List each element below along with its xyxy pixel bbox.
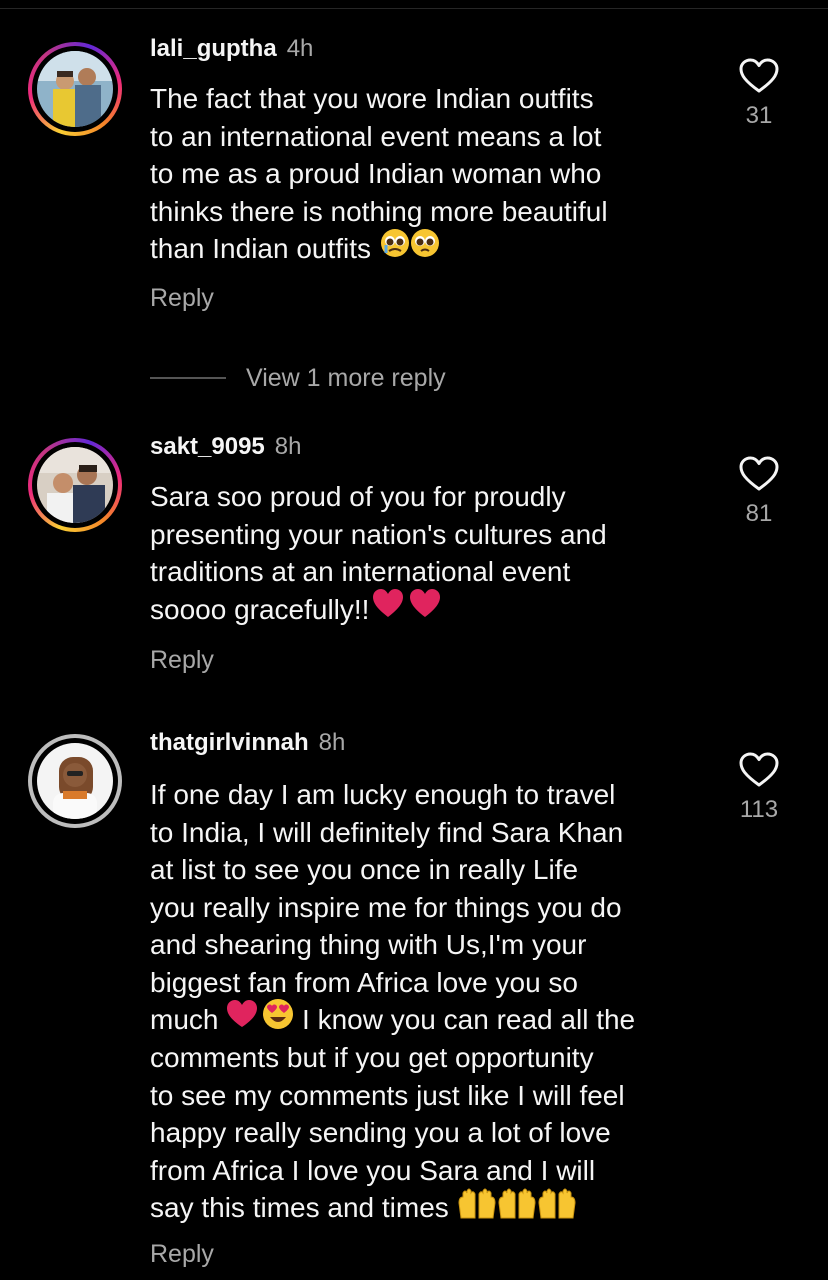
username[interactable]: thatgirlvinnah xyxy=(150,729,309,756)
timestamp: 4h xyxy=(286,35,314,62)
comment-1: lali_guptha 4h The fact that you wore Ind… xyxy=(0,0,828,340)
like-count: 81 xyxy=(745,500,773,527)
avatar-story-ring[interactable] xyxy=(28,438,122,532)
view-more-replies[interactable]: View 1 more reply xyxy=(150,362,446,394)
comment-text-content: If one day I am lucky enough to travel t… xyxy=(150,779,624,1035)
comment-text: Sara soo proud of you for proudly presen… xyxy=(150,478,710,629)
heart-outline-icon[interactable] xyxy=(739,58,779,94)
comment-header: sakt_9095 8h xyxy=(150,432,301,462)
comment-header: lali_guptha 4h xyxy=(150,34,313,64)
username[interactable]: lali_guptha xyxy=(150,35,277,62)
heart-eyes-emoji-icon xyxy=(262,998,294,1040)
reply-button[interactable]: Reply xyxy=(150,646,214,675)
reply-thread-line xyxy=(150,377,226,379)
like-button[interactable]: 81 xyxy=(728,456,790,528)
username[interactable]: sakt_9095 xyxy=(150,433,265,460)
reply-button[interactable]: Reply xyxy=(150,1240,214,1269)
like-count: 31 xyxy=(745,102,773,129)
comment-header: thatgirlvinnah 8h xyxy=(150,728,345,758)
like-count: 113 xyxy=(739,796,779,823)
avatar-ring[interactable] xyxy=(28,734,122,828)
reply-button[interactable]: Reply xyxy=(150,284,214,313)
avatar xyxy=(37,51,113,127)
view-more-replies-label[interactable]: View 1 more reply xyxy=(246,364,446,393)
avatar-story-ring[interactable] xyxy=(28,42,122,136)
comment-text: If one day I am lucky enough to travel t… xyxy=(150,776,720,1229)
timestamp: 8h xyxy=(274,433,302,460)
avatar xyxy=(37,447,113,523)
red-heart-emoji-icon xyxy=(226,999,258,1039)
like-button[interactable]: 113 xyxy=(728,752,790,824)
like-button[interactable]: 31 xyxy=(728,58,790,130)
heart-outline-icon[interactable] xyxy=(739,456,779,492)
pleading-face-emoji-icon xyxy=(379,227,441,269)
avatar xyxy=(37,743,113,819)
red-heart-emoji-icon xyxy=(371,587,443,629)
heart-outline-icon[interactable] xyxy=(739,752,779,788)
timestamp: 8h xyxy=(318,729,346,756)
raising-hands-emoji-icon xyxy=(457,1185,577,1229)
comment-text: The fact that you wore Indian outfits to… xyxy=(150,80,710,268)
